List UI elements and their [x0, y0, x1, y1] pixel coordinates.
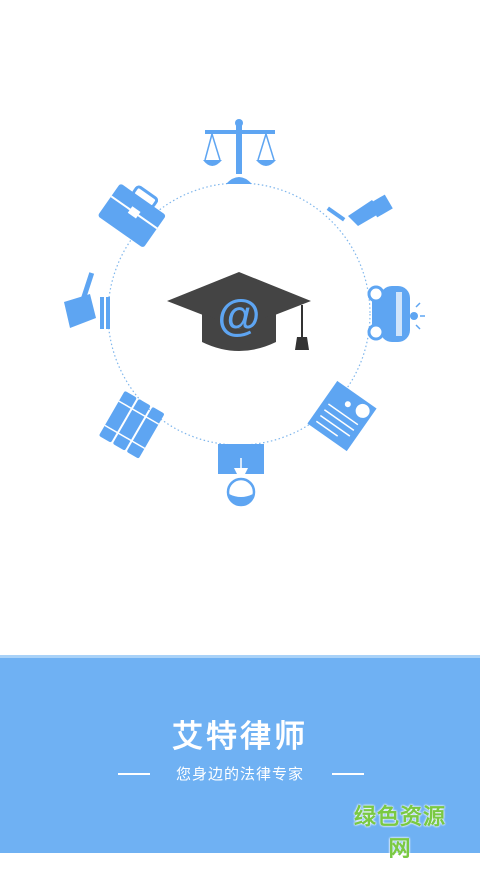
briefcase-icon: [98, 184, 166, 247]
graduation-cap-icon: @: [167, 272, 311, 351]
logo-at-symbol: @: [218, 291, 261, 340]
splash-illustration: @: [64, 119, 425, 507]
tagline-rule-right: [332, 773, 364, 775]
watermark-title: 绿色资源网: [353, 805, 446, 862]
tagline: 您身边的法律专家: [175, 765, 304, 783]
footer-banner: 艾特律师 您身边的法律专家 绿色资源网 www.downcc.com: [0, 655, 480, 875]
pen-nib-icon: [218, 444, 264, 507]
watermark: 绿色资源网 www.downcc.com: [344, 799, 456, 875]
document-icon: [307, 380, 377, 452]
fountain-pen-icon: [326, 194, 393, 226]
car-icon: [367, 285, 425, 342]
app-title: 艾特律师: [172, 719, 308, 755]
watermark-url: www.downcc.com: [346, 861, 454, 875]
tagline-row: 您身边的法律专家: [0, 763, 480, 783]
books-icon: [99, 391, 164, 459]
scales-icon: [203, 119, 276, 184]
gavel-icon: [64, 272, 110, 329]
